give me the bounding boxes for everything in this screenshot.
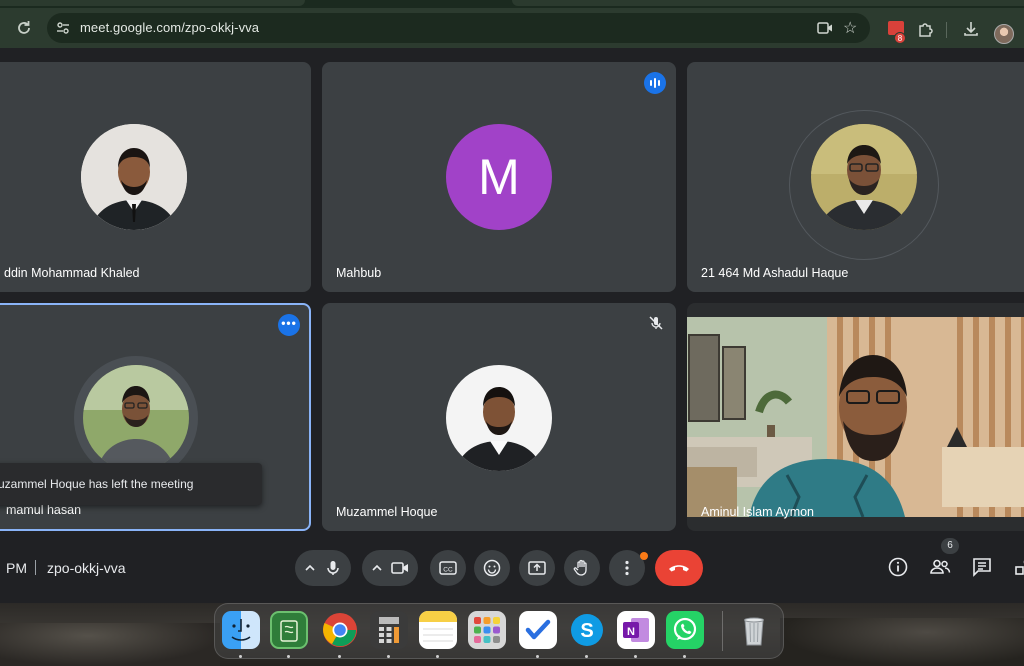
- participant-video-tile[interactable]: Aminul Islam Aymon: [687, 303, 1024, 531]
- phone-hangup-icon: [669, 565, 689, 572]
- chat-icon: [973, 558, 991, 577]
- participant-avatar: [446, 365, 552, 471]
- meeting-info-button[interactable]: [886, 555, 910, 579]
- dock: S N: [214, 603, 784, 659]
- participant-tile[interactable]: ddin Mohammad Khaled: [0, 62, 311, 292]
- camera-toggle-group: [362, 550, 418, 586]
- hand-icon: [573, 559, 587, 576]
- more-options-icon[interactable]: •••: [278, 314, 300, 336]
- people-count-badge: 6: [941, 538, 959, 554]
- reactions-button[interactable]: [474, 550, 510, 586]
- chevron-up-icon[interactable]: [303, 558, 317, 583]
- onenote-icon[interactable]: N: [617, 611, 655, 649]
- mic-off-icon: [648, 315, 664, 331]
- finder-icon[interactable]: [222, 611, 260, 649]
- meeting-stage: ddin Mohammad Khaled M Mahbub 21 464 Md …: [0, 48, 1024, 603]
- participant-name: Muzammel Hoque: [336, 505, 438, 519]
- reload-icon[interactable]: [14, 18, 34, 38]
- captions-icon: CC: [439, 561, 457, 575]
- people-button[interactable]: [928, 555, 952, 579]
- leave-call-button[interactable]: [655, 550, 703, 586]
- shapes-icon: [1015, 560, 1024, 575]
- svg-text:N: N: [627, 626, 635, 638]
- participant-avatar: [811, 124, 917, 230]
- microphone-icon[interactable]: [323, 558, 343, 583]
- url-text[interactable]: meet.google.com/zpo-okkj-vva: [80, 20, 259, 35]
- whatsapp-icon[interactable]: [666, 611, 704, 649]
- camera-icon[interactable]: [817, 21, 833, 35]
- participant-initial-avatar: M: [446, 124, 552, 230]
- quran-icon[interactable]: [270, 611, 308, 649]
- skype-icon[interactable]: S: [568, 611, 606, 649]
- participant-name: 21 464 Md Ashadul Haque: [701, 266, 849, 280]
- people-icon: [930, 559, 951, 574]
- profile-avatar[interactable]: [994, 24, 1014, 44]
- tab[interactable]: [0, 0, 305, 6]
- screen: meet.google.com/zpo-okkj-vva ☆ 8 ddin Mo…: [0, 0, 1024, 666]
- speaking-indicator-icon: [644, 72, 666, 94]
- info-icon: [888, 557, 908, 577]
- participant-name: ddin Mohammad Khaled: [4, 266, 140, 280]
- toolbar-divider: [946, 22, 947, 38]
- meeting-notification-toast: uzammel Hoque has left the meeting: [0, 463, 262, 505]
- chevron-up-icon[interactable]: [370, 558, 384, 583]
- present-button[interactable]: [519, 550, 555, 586]
- toast-text: uzammel Hoque has left the meeting: [0, 477, 194, 491]
- notification-dot: [640, 552, 648, 560]
- meeting-clock: PM: [6, 560, 27, 576]
- camera-icon[interactable]: [390, 558, 410, 583]
- trash-icon[interactable]: [735, 611, 773, 649]
- control-bar-divider: [35, 560, 36, 575]
- star-icon[interactable]: ☆: [843, 18, 857, 38]
- mic-toggle-group: [295, 550, 351, 586]
- chrome-icon[interactable]: [321, 611, 359, 649]
- participant-avatar: [83, 365, 189, 471]
- participant-tile[interactable]: M Mahbub: [322, 62, 676, 292]
- tab-strip: [0, 0, 1024, 8]
- participant-tile[interactable]: Muzammel Hoque: [322, 303, 676, 531]
- extension-badge: 8: [894, 32, 906, 44]
- participant-name: Mahbub: [336, 266, 382, 280]
- present-screen-icon: [528, 561, 546, 575]
- captions-button[interactable]: CC: [430, 550, 466, 586]
- tasks-icon[interactable]: [519, 611, 557, 649]
- raise-hand-button[interactable]: [564, 550, 600, 586]
- activities-button[interactable]: [1012, 555, 1024, 579]
- site-settings-icon[interactable]: [55, 20, 71, 36]
- participant-avatar: [81, 124, 187, 230]
- puzzle-icon[interactable]: [917, 20, 935, 38]
- emoji-icon: [483, 559, 501, 577]
- launchpad-icon[interactable]: [468, 611, 506, 649]
- address-bar[interactable]: meet.google.com/zpo-okkj-vva ☆: [47, 13, 870, 43]
- download-icon[interactable]: [962, 20, 980, 38]
- tab[interactable]: [512, 0, 1024, 6]
- calculator-icon[interactable]: [370, 611, 408, 649]
- participant-tile[interactable]: 21 464 Md Ashadul Haque: [687, 62, 1024, 292]
- browser-toolbar: meet.google.com/zpo-okkj-vva ☆ 8: [0, 8, 1024, 48]
- participant-name: Aminul Islam Aymon: [701, 505, 815, 519]
- svg-text:S: S: [580, 620, 593, 642]
- notes-icon[interactable]: [419, 611, 457, 649]
- svg-text:CC: CC: [443, 567, 453, 574]
- more-vert-icon: [625, 560, 629, 576]
- dock-divider: [722, 611, 723, 651]
- participant-name: mamul hasan: [6, 503, 82, 517]
- participant-video: [687, 317, 1024, 518]
- meeting-code: zpo-okkj-vva: [47, 560, 126, 576]
- chat-button[interactable]: [970, 555, 994, 579]
